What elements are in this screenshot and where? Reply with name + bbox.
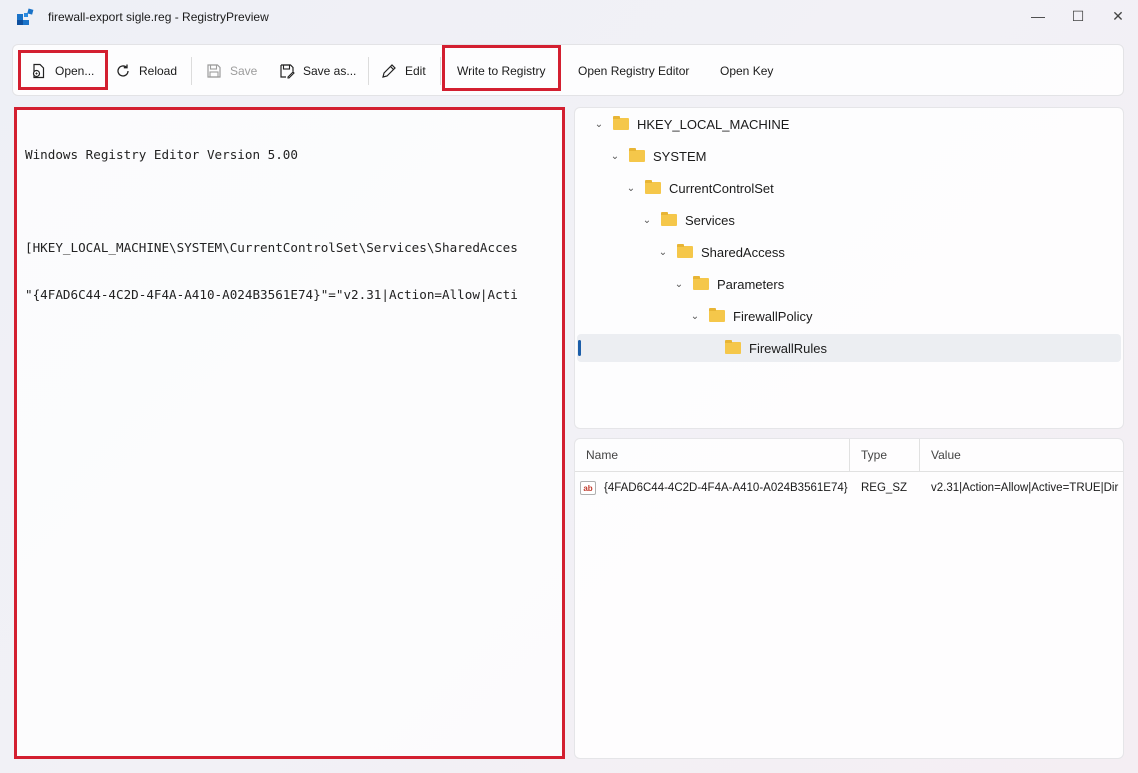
header-divider	[575, 471, 1123, 472]
tree-item-label: Parameters	[717, 276, 785, 292]
folder-icon	[629, 148, 645, 162]
open-key-button[interactable]: Open Key	[712, 49, 781, 93]
open-button[interactable]: Open...	[23, 49, 102, 93]
folder-icon	[661, 212, 677, 226]
tree-item-hklm[interactable]: ⌄ HKEY_LOCAL_MACHINE	[591, 110, 789, 138]
column-header-value[interactable]: Value	[920, 439, 1123, 471]
editor-line: "{4FAD6C44-4C2D-4F4A-A410-A024B3561E74}"…	[25, 286, 518, 302]
open-key-label: Open Key	[720, 64, 774, 78]
close-button[interactable]: ✕	[1100, 0, 1136, 32]
maximize-icon: ☐	[1071, 7, 1085, 24]
chevron-down-icon[interactable]: ⌄	[639, 215, 655, 226]
folder-icon	[709, 308, 725, 322]
column-header-type[interactable]: Type	[850, 439, 919, 471]
tree-item-firewallpolicy[interactable]: ⌄ FirewallPolicy	[687, 302, 812, 330]
value-data-cell: v2.31|Action=Allow|Active=TRUE|Dir	[931, 477, 1123, 499]
selection-indicator	[578, 340, 581, 356]
save-as-button[interactable]: Save as...	[271, 49, 364, 93]
edit-pencil-icon	[382, 64, 396, 78]
chevron-down-icon[interactable]: ⌄	[655, 247, 671, 258]
value-name-cell: ab {4FAD6C44-4C2D-4F4A-A410-A024B3561E74…	[580, 477, 848, 499]
open-registry-editor-label: Open Registry Editor	[578, 64, 690, 78]
folder-icon	[693, 276, 709, 290]
save-as-label: Save as...	[303, 64, 357, 78]
tree-item-label: SYSTEM	[653, 148, 707, 164]
edit-button[interactable]: Edit	[373, 49, 434, 93]
tree-item-label: SharedAccess	[701, 244, 785, 260]
edit-label: Edit	[405, 64, 426, 78]
chevron-down-icon[interactable]: ⌄	[607, 151, 623, 162]
tree-item-parameters[interactable]: ⌄ Parameters	[671, 270, 784, 298]
value-name: {4FAD6C44-4C2D-4F4A-A410-A024B3561E74}	[604, 482, 848, 494]
registry-values-table: Name Type Value ab {4FAD6C44-4C2D-4F4A-A…	[574, 438, 1124, 759]
write-to-registry-button[interactable]: Write to Registry	[449, 49, 553, 93]
save-label: Save	[230, 64, 258, 78]
maximize-button[interactable]: ☐	[1060, 0, 1096, 32]
reload-label: Reload	[139, 64, 178, 78]
editor-line: ​	[25, 194, 562, 210]
chevron-down-icon[interactable]: ⌄	[591, 119, 607, 130]
save-as-icon	[280, 64, 295, 79]
editor-line: [HKEY_LOCAL_MACHINE\SYSTEM\CurrentContro…	[25, 240, 518, 255]
tree-item-firewallrules[interactable]: FirewallRules	[725, 334, 827, 362]
open-registry-editor-button[interactable]: Open Registry Editor	[570, 49, 697, 93]
folder-icon	[677, 244, 693, 258]
value-type-cell: REG_SZ	[861, 477, 919, 499]
reload-icon	[117, 64, 129, 77]
reload-button[interactable]: Reload	[107, 49, 185, 93]
tree-item-services[interactable]: ⌄ Services	[639, 206, 735, 234]
close-icon: ✕	[1112, 7, 1124, 24]
tree-item-label: FirewallPolicy	[733, 308, 813, 324]
folder-icon	[613, 116, 629, 130]
tree-item-sharedaccess[interactable]: ⌄ SharedAccess	[655, 238, 785, 266]
column-header-name[interactable]: Name	[575, 439, 849, 471]
title-bar: firewall-export sigle.reg - RegistryPrev…	[0, 0, 1138, 36]
editor-content: Windows Registry Editor Version 5.00 ​ […	[25, 116, 562, 333]
tree-item-currentcontrolset[interactable]: ⌄ CurrentControlSet	[623, 174, 774, 202]
command-bar: Open... Reload Save Save as... Edit Writ…	[12, 44, 1124, 96]
selected-row-background	[577, 334, 1121, 362]
tree-item-label: HKEY_LOCAL_MACHINE	[637, 116, 790, 132]
chevron-down-icon[interactable]: ⌄	[623, 183, 639, 194]
folder-icon	[725, 340, 741, 354]
column-header-label: Name	[586, 448, 619, 462]
write-to-registry-label: Write to Registry	[457, 64, 546, 78]
registry-tree-view: ⌄ HKEY_LOCAL_MACHINE ⌄ SYSTEM ⌄ CurrentC…	[574, 107, 1124, 429]
minimize-icon: —	[1031, 8, 1045, 24]
chevron-down-icon[interactable]: ⌄	[687, 311, 703, 322]
tree-item-label: CurrentControlSet	[669, 180, 774, 196]
column-header-label: Type	[861, 448, 888, 462]
toolbar-divider	[368, 57, 369, 85]
chevron-down-icon[interactable]: ⌄	[671, 279, 687, 290]
string-value-icon: ab	[580, 481, 596, 495]
toolbar-divider	[440, 57, 441, 85]
value-data: v2.31|Action=Allow|Active=TRUE|Dir	[931, 482, 1119, 494]
registry-file-editor[interactable]: Windows Registry Editor Version 5.00 ​ […	[14, 107, 565, 759]
open-file-icon	[32, 63, 45, 79]
column-header-label: Value	[931, 448, 961, 462]
registry-preview-app-icon	[17, 8, 34, 25]
tree-item-label: Services	[685, 212, 735, 228]
save-icon	[207, 64, 221, 78]
toolbar-divider	[191, 57, 192, 85]
value-type: REG_SZ	[861, 482, 908, 494]
folder-icon	[645, 180, 661, 194]
window-title: firewall-export sigle.reg - RegistryPrev…	[48, 10, 269, 24]
save-button[interactable]: Save	[198, 49, 265, 93]
editor-line: Windows Registry Editor Version 5.00	[25, 147, 298, 162]
tree-item-label: FirewallRules	[749, 340, 828, 356]
open-label: Open...	[55, 64, 95, 78]
tree-item-system[interactable]: ⌄ SYSTEM	[607, 142, 706, 170]
minimize-button[interactable]: —	[1020, 0, 1056, 32]
